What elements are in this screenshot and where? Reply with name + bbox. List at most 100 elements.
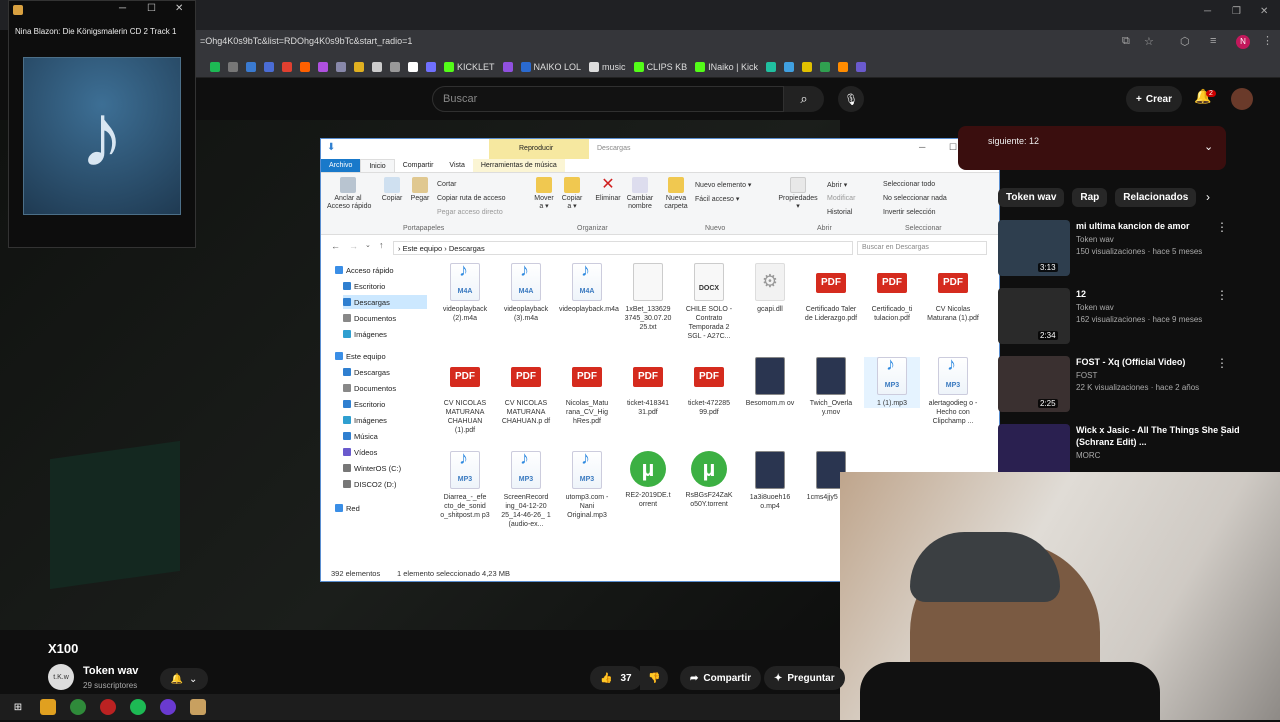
more-icon[interactable]: ⋮ xyxy=(1216,288,1228,302)
recent-dropdown-icon[interactable]: ⌄ xyxy=(365,241,371,249)
file-item[interactable]: Besomom.m ov xyxy=(742,357,798,408)
history-button[interactable]: Historial xyxy=(827,209,852,216)
search-input[interactable]: Buscar xyxy=(432,86,784,112)
close-icon[interactable]: ✕ xyxy=(175,3,183,14)
filter-chip[interactable]: Rap xyxy=(1072,187,1108,207)
video-title[interactable]: Wick x Jasic - All The Things She Said (… xyxy=(1076,424,1256,448)
more-icon[interactable]: ⋮ xyxy=(1216,424,1228,438)
file-item[interactable]: ♪ M4A videoplayback (3).m4a xyxy=(498,263,554,323)
file-item[interactable]: µ RsBGsF24ZaK o50Y.torrent xyxy=(681,451,737,509)
nav-item[interactable]: DISCO2 (D:) xyxy=(343,477,427,491)
forward-icon[interactable]: → xyxy=(349,241,358,251)
explorer-search-input[interactable]: Buscar en Descargas xyxy=(857,241,987,255)
bookmark-item[interactable] xyxy=(426,61,436,72)
file-item[interactable]: ⚙ gcapi.dll xyxy=(742,263,798,314)
open-button[interactable]: Abrir ▾ xyxy=(827,181,847,189)
menu-icon[interactable]: ⋮ xyxy=(1262,34,1273,47)
account-avatar[interactable] xyxy=(1231,88,1253,110)
file-item[interactable]: PDF ticket-472285 99.pdf xyxy=(681,357,737,417)
bookmark-item[interactable] xyxy=(228,61,238,72)
nav-item[interactable]: Escritorio xyxy=(343,279,427,293)
nav-item[interactable]: Descargas xyxy=(343,365,427,379)
like-button[interactable]: 👍 37 xyxy=(590,666,642,690)
bookmark-item[interactable]: CLIPS KB xyxy=(633,61,687,72)
chevron-right-icon[interactable]: › xyxy=(1206,190,1210,204)
nav-item[interactable]: WinterOS (C:) xyxy=(343,461,427,475)
star-icon[interactable]: ☆ xyxy=(1144,35,1154,48)
bookmark-item[interactable] xyxy=(855,61,866,72)
nav-item[interactable]: Red xyxy=(335,501,427,515)
ribbon-tab[interactable]: Archivo xyxy=(321,159,361,172)
search-icon[interactable]: ⌕ xyxy=(784,86,824,112)
ribbon-tab[interactable]: Inicio xyxy=(360,159,395,172)
bookmark-item[interactable] xyxy=(300,61,310,72)
maximize-icon[interactable]: ☐ xyxy=(949,142,957,153)
rename-button[interactable]: Cambiar nombre xyxy=(623,177,657,211)
close-icon[interactable]: ✕ xyxy=(1260,6,1268,17)
bookmark-item[interactable]: KICKLET xyxy=(444,61,495,72)
copy-to-button[interactable]: Copiar a ▾ xyxy=(559,177,585,211)
video-title[interactable]: mi ultima kancion de amor xyxy=(1076,220,1256,232)
video-channel[interactable]: Token wav xyxy=(1076,235,1114,244)
minimize-icon[interactable]: ─ xyxy=(119,3,126,14)
bookmark-item[interactable] xyxy=(372,61,382,72)
maximize-icon[interactable]: ☐ xyxy=(147,3,156,14)
video-thumbnail[interactable] xyxy=(998,288,1070,344)
bookmark-item[interactable] xyxy=(502,61,513,72)
paste-shortcut-button[interactable]: Pegar acceso directo xyxy=(437,209,503,216)
ribbon-tab[interactable]: Herramientas de música xyxy=(472,159,565,172)
channel-avatar[interactable]: t.K.w xyxy=(48,664,74,690)
bookmark-item[interactable] xyxy=(837,61,848,72)
filter-chip[interactable]: Relacionados xyxy=(1115,187,1197,207)
file-explorer-icon[interactable] xyxy=(40,699,56,715)
queue-panel[interactable]: siguiente: 12 ⌄ xyxy=(958,126,1226,170)
file-item[interactable]: ♪ M4A videoplayback (2).m4a xyxy=(437,263,493,323)
share-button[interactable]: ➦ Compartir xyxy=(680,666,762,690)
related-video[interactable]: 3:13 mi ultima kancion de amor Token wav 15… xyxy=(998,220,1280,284)
video-channel[interactable]: Token wav xyxy=(1076,303,1114,312)
mic-icon[interactable]: 🎙 xyxy=(838,86,864,112)
file-item[interactable]: 1a3i8uoeh16 o.mp4 xyxy=(742,451,798,511)
select-all-button[interactable]: Seleccionar todo xyxy=(883,181,935,188)
related-video[interactable]: 2:25 FOST - Xq (Official Video) FOST 22 K v… xyxy=(998,356,1280,420)
file-item[interactable]: PDF Certificado Taler de Liderazgo.pdf xyxy=(803,263,859,323)
video-title[interactable]: 12 xyxy=(1076,288,1256,300)
file-item[interactable]: PDF CV NICOLAS MATURANA CHAHUAN.p df xyxy=(498,357,554,426)
chrome-icon[interactable] xyxy=(70,699,86,715)
file-item[interactable]: PDF Nicolas_Matu rana_CV_Hig hRes.pdf xyxy=(559,357,615,426)
video-thumbnail[interactable] xyxy=(998,220,1070,276)
related-video[interactable]: 2:34 12 Token wav 162 visualizaciones · hac… xyxy=(998,288,1280,352)
nav-item[interactable]: Imágenes xyxy=(343,413,427,427)
move-to-button[interactable]: Mover a ▾ xyxy=(531,177,557,211)
copy-button[interactable]: Copiar xyxy=(379,177,405,203)
create-button[interactable]: + Crear xyxy=(1126,86,1182,112)
file-item[interactable]: ♪ MP3 utomp3.com - Nani Original.mp3 xyxy=(559,449,615,520)
file-item[interactable]: 1xBet_133629 3745_30.07.20 25.txt xyxy=(620,263,676,332)
nav-item[interactable]: Música xyxy=(343,429,427,443)
file-item[interactable]: DOCX CHILE SOLO - Contrato Temporada 2 SG… xyxy=(681,263,737,341)
file-item[interactable]: ♪ MP3 ScreenRecord ing_04-12-20 25_14-46-2… xyxy=(498,449,554,529)
file-item[interactable]: PDF CV NICOLAS MATURANA CHAHUAN (1).pdf xyxy=(437,357,493,435)
nav-item[interactable]: Descargas xyxy=(343,295,427,309)
properties-button[interactable]: Propiedades ▾ xyxy=(777,177,819,211)
easy-access-button[interactable]: Fácil acceso ▾ xyxy=(695,195,739,203)
nav-item[interactable]: Imágenes xyxy=(343,327,427,341)
file-item[interactable]: ♪ MP3 Diarrea_-_efe cto_de_sonid o_shitpos… xyxy=(437,449,493,520)
bookmark-item[interactable] xyxy=(282,61,292,72)
back-icon[interactable]: ← xyxy=(331,241,340,251)
address-bar[interactable]: =Ohg4K0s9bTc&list=RDOhg4K0s9bTc&start_ra… xyxy=(196,30,1280,56)
file-item[interactable]: Twich_Overla y.mov xyxy=(803,357,859,417)
ribbon-tab[interactable]: Vista xyxy=(441,159,472,172)
bookmark-item[interactable] xyxy=(765,61,776,72)
file-item[interactable]: PDF Certificado_ti tulacion.pdf xyxy=(864,263,920,323)
video-title[interactable]: FOST - Xq (Official Video) xyxy=(1076,356,1256,368)
profile-avatar[interactable]: N xyxy=(1236,35,1250,49)
install-icon[interactable]: ⧉ xyxy=(1122,35,1130,48)
more-icon[interactable]: ⋮ xyxy=(1216,220,1228,234)
file-item[interactable]: ♪ M4A videoplayback.m4a xyxy=(559,263,619,314)
bookmark-item[interactable] xyxy=(783,61,794,72)
minimize-icon[interactable]: ─ xyxy=(1204,6,1211,17)
bookmark-item[interactable] xyxy=(210,61,220,72)
nav-item[interactable]: Acceso rápido xyxy=(335,263,427,277)
more-icon[interactable]: ⋮ xyxy=(1216,356,1228,370)
